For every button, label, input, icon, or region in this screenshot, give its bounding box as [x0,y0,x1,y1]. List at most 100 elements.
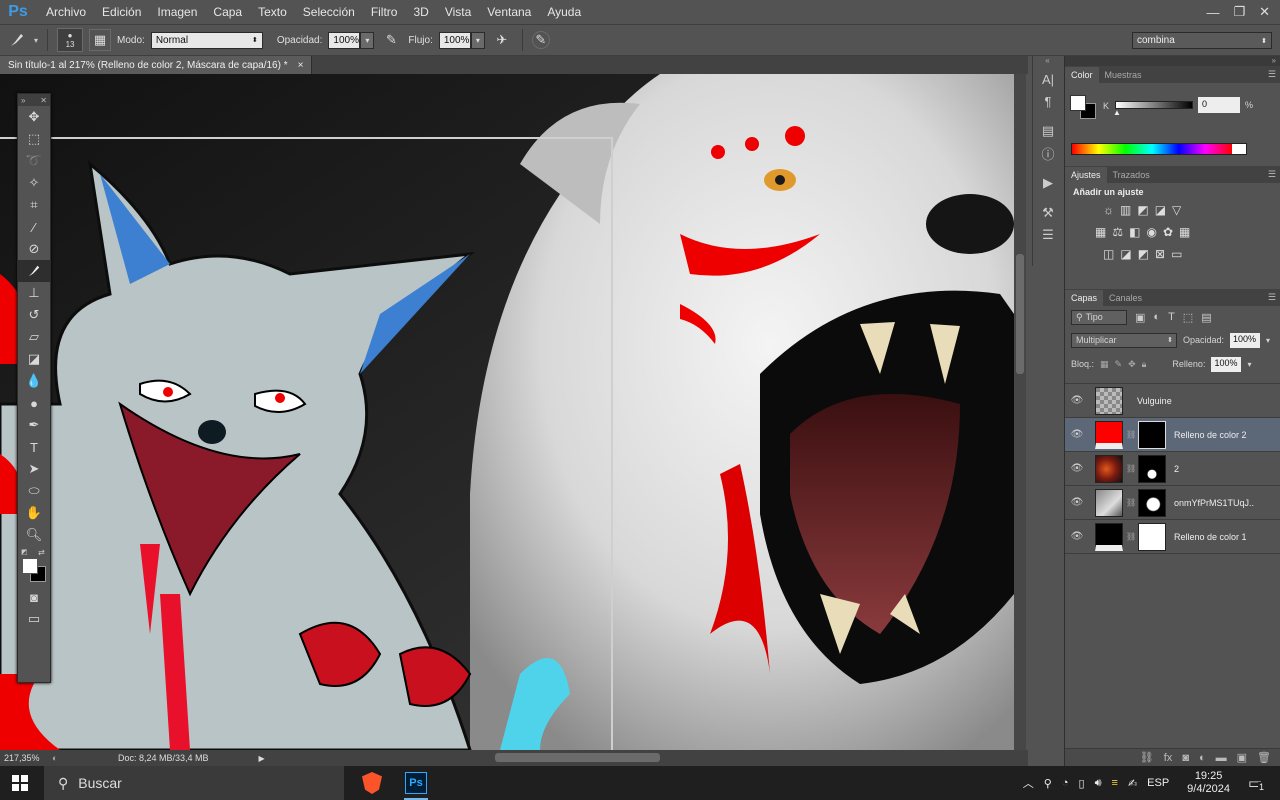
visibility-eye-icon[interactable]: 👁︎ [1065,497,1089,508]
menu-ayuda[interactable]: Ayuda [539,0,589,24]
collapse-dock-icon[interactable]: » [1065,56,1280,66]
paragraph-panel-icon[interactable]: ¶ [1033,90,1063,112]
filter-type-icon[interactable]: T [1168,311,1175,323]
brush-tool-icon[interactable] [18,260,50,282]
chevron-down-icon[interactable]: ▾ [34,36,38,45]
pressure-size-icon[interactable]: ✎ [531,31,550,49]
close-icon[interactable]: ✕ [40,96,47,105]
windows-start-button[interactable] [0,775,40,791]
canvas-area[interactable] [0,74,1014,750]
selective-color-icon[interactable]: ⊠ [1155,247,1165,261]
marquee-tool-icon[interactable]: ⬚ [18,128,50,150]
history-panel-icon[interactable]: ▤ [1033,120,1063,142]
ellipse-tool-icon[interactable]: ⬭ [18,480,50,502]
panel-menu-icon[interactable]: ☰ [1268,69,1276,80]
bw-icon[interactable]: ◧ [1129,225,1140,239]
tab-trazados[interactable]: Trazados [1107,167,1156,183]
color-lookup-icon[interactable]: ▦ [1179,225,1190,239]
pressure-opacity-icon[interactable]: ✎ [380,29,402,51]
lock-all-icon[interactable]: 🔒︎ [1142,359,1147,370]
healing-brush-tool-icon[interactable]: ⊘ [18,238,50,260]
screen-mode-icon[interactable]: ▭ [18,608,50,630]
menu-edicion[interactable]: Edición [94,0,149,24]
layer-mask-thumbnail[interactable] [1138,488,1166,517]
taskbar-brave[interactable] [350,766,394,800]
volume-icon[interactable]: 🔊︎ [1095,777,1102,790]
clock[interactable]: 19:25 9/4/2024 [1187,770,1230,796]
layer-row-vulguine[interactable]: 👁︎ Vulguine [1065,384,1280,418]
fill-input[interactable]: 100% [1211,356,1242,372]
new-group-icon[interactable]: ▬ [1216,752,1227,764]
brush-preset-icon[interactable] [6,29,28,51]
chevron-up-icon[interactable]: ︿ [1023,775,1034,791]
lock-pixels-icon[interactable]: ✎ [1115,359,1123,370]
pen-tool-icon[interactable]: ✒ [18,414,50,436]
location-icon[interactable]: ⚲ [1044,777,1052,790]
blur-tool-icon[interactable]: 💧 [18,370,50,392]
flow-input[interactable]: 100% [438,31,471,49]
artwork-canvas[interactable] [0,74,1014,750]
history-brush-tool-icon[interactable]: ↺ [18,304,50,326]
menu-vista[interactable]: Vista [437,0,479,24]
opacity-input[interactable]: 100% [328,31,361,49]
notification-center[interactable]: ▭ 1 [1248,774,1272,792]
menu-3d[interactable]: 3D [405,0,436,24]
tab-muestras[interactable]: Muestras [1099,67,1148,83]
taskbar-search[interactable]: ⚲ Buscar [44,766,344,800]
flow-dropdown-button[interactable]: ▾ [470,31,485,49]
menu-texto[interactable]: Texto [250,0,295,24]
tool-presets-icon[interactable]: ⚒ [1033,202,1063,224]
menu-seleccion[interactable]: Selección [295,0,363,24]
pen-icon[interactable]: ✍ [1128,777,1137,790]
vertical-scrollbar[interactable] [1014,74,1026,750]
invert-icon[interactable]: ◫ [1103,247,1114,261]
tab-canales[interactable]: Canales [1103,290,1148,306]
default-colors-icon[interactable]: ◩ [21,548,28,556]
layer-opacity-input[interactable]: 100% [1230,332,1261,348]
menu-imagen[interactable]: Imagen [149,0,205,24]
levels-icon[interactable]: ▥ [1120,203,1131,217]
character-panel-icon[interactable]: A| [1033,68,1063,90]
vertical-scroll-thumb[interactable] [1016,254,1024,374]
play-arrow-icon[interactable]: ▶ [259,754,265,763]
layer-mask-thumbnail[interactable] [1138,454,1166,483]
new-layer-icon[interactable]: ▣ [1237,751,1247,764]
curves-icon[interactable]: ◩ [1137,203,1148,217]
mode-select[interactable]: Normal ⬍ [150,31,263,49]
color-spectrum-ramp[interactable] [1071,143,1247,155]
layer-row-relleno-color-2[interactable]: 👁︎ ⛓ Relleno de color 2 [1065,418,1280,452]
doc-info-icon[interactable]: ◐ [52,753,68,763]
document-tab[interactable]: Sin título-1 al 217% (Relleno de color 2… [0,56,313,74]
zoom-tool-icon[interactable]: 🔍︎ [18,524,50,546]
visibility-eye-icon[interactable]: 👁︎ [1065,395,1089,406]
tools-panel-header[interactable]: » ✕ [18,94,50,106]
fg-color-chip[interactable] [1070,95,1086,111]
notes-icon[interactable]: ≡ [1112,777,1118,789]
opacity-dropdown-button[interactable]: ▾ [360,31,375,49]
add-mask-icon[interactable]: ◙ [1182,752,1189,764]
close-button[interactable]: ✕ [1259,4,1270,20]
fx-icon[interactable]: fx [1164,752,1173,764]
layer-filter-select[interactable]: ⚲ Tipo [1071,309,1127,325]
panel-menu-icon[interactable]: ☰ [1268,292,1276,303]
gradient-triangle-icon[interactable]: ▽ [1172,203,1181,217]
swap-colors-icon[interactable]: ⇄ [38,548,45,557]
tab-ajustes[interactable]: Ajustes [1065,167,1107,183]
balance-icon[interactable]: ⚖ [1112,225,1123,239]
path-selection-tool-icon[interactable]: ➤ [18,458,50,480]
k-value-input[interactable]: 0 [1198,97,1240,113]
wifi-icon[interactable]: ◔ [1062,777,1069,789]
channel-mixer-icon[interactable]: ✿ [1163,225,1173,239]
properties-panel-icon[interactable]: ⓘ [1033,142,1063,164]
crop-tool-icon[interactable]: ⌗ [18,194,50,216]
menu-filtro[interactable]: Filtro [363,0,406,24]
brush-presets-icon[interactable]: ☰ [1033,224,1063,246]
type-tool-icon[interactable]: T [18,436,50,458]
layer-row-2[interactable]: 👁︎ ⛓ 2 [1065,452,1280,486]
delete-layer-icon[interactable]: 🗑︎ [1257,751,1271,764]
threshold-icon[interactable]: ◩ [1138,247,1149,261]
link-layers-icon[interactable]: ⛓ [1140,751,1154,764]
eyedropper-tool-icon[interactable]: ⁄ [18,216,50,238]
layer-row-onmyfprms1tuqj[interactable]: 👁︎ ⛓ onmYfPrMS1TUqJ... [1065,486,1280,520]
filter-adjustment-icon[interactable]: ◐ [1153,311,1160,323]
